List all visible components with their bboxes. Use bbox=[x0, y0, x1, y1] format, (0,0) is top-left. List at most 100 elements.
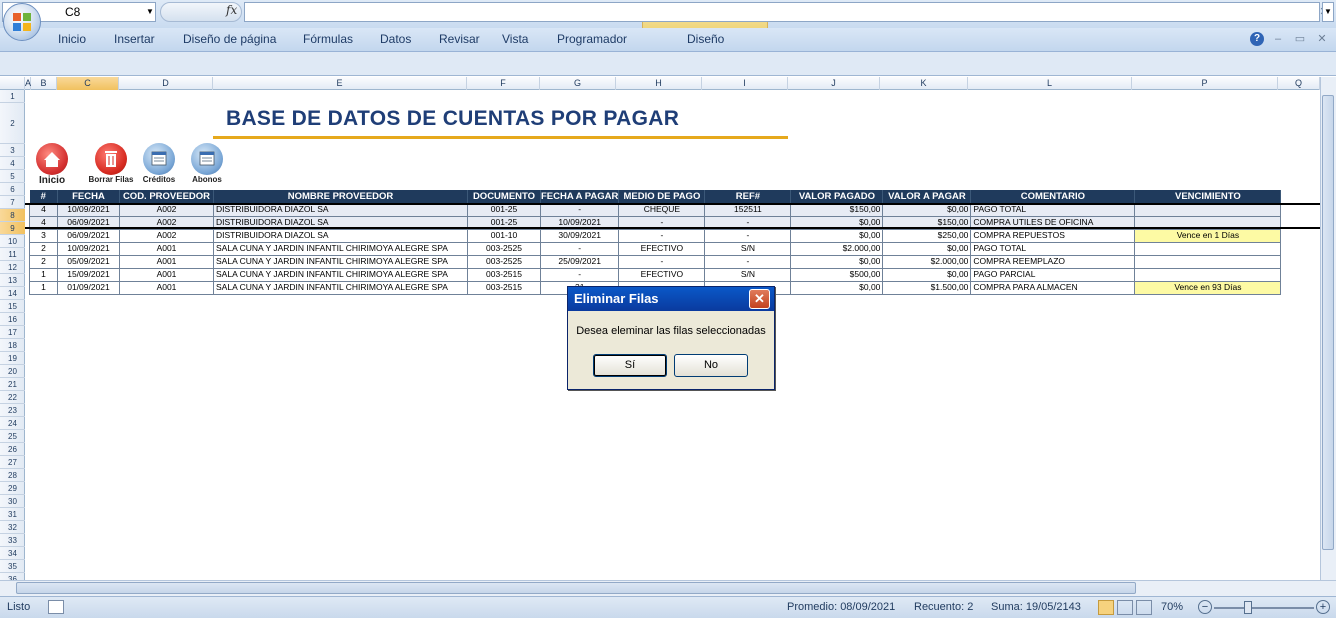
cell-documento[interactable]: 003-2525 bbox=[467, 254, 541, 269]
cell-number[interactable]: 2 bbox=[29, 241, 58, 256]
cell-comentario[interactable]: COMPRA PARA ALMACEN bbox=[970, 280, 1136, 295]
header-number[interactable]: # bbox=[29, 190, 58, 203]
row-header[interactable]: 12 bbox=[0, 261, 25, 274]
cell-valor-pagado[interactable]: $0,00 bbox=[790, 215, 884, 230]
row-header[interactable]: 15 bbox=[0, 300, 25, 313]
table-row[interactable]: 3 06/09/2021 A002 DISTRIBUIDORA DIAZOL SA 00… bbox=[29, 228, 1282, 243]
cell-valor-a-pagar[interactable]: $2.000,00 bbox=[882, 254, 972, 269]
row-header[interactable]: 33 bbox=[0, 534, 25, 547]
row-header[interactable]: 18 bbox=[0, 339, 25, 352]
cell-valor-a-pagar[interactable]: $1.500,00 bbox=[882, 280, 972, 295]
cell-documento[interactable]: 001-25 bbox=[467, 215, 541, 230]
cell-valor-a-pagar[interactable]: $0,00 bbox=[882, 202, 972, 217]
chevron-down-icon[interactable]: ▼ bbox=[144, 2, 156, 22]
cell-valor-pagado[interactable]: $150,00 bbox=[790, 202, 884, 217]
header-ref[interactable]: REF# bbox=[704, 190, 792, 203]
ribbon-restore-button[interactable]: ▭ bbox=[1292, 31, 1308, 47]
cell-number[interactable]: 3 bbox=[29, 228, 58, 243]
header-fecha-a-pagar[interactable]: FECHA A PAGAR bbox=[540, 190, 620, 203]
header-comentario[interactable]: COMENTARIO bbox=[970, 190, 1136, 203]
header-nombre-proveedor[interactable]: NOMBRE PROVEEDOR bbox=[213, 190, 468, 203]
row-header[interactable]: 29 bbox=[0, 482, 25, 495]
insert-function-icon[interactable]: fx bbox=[226, 3, 237, 17]
select-all-corner[interactable] bbox=[0, 77, 25, 90]
column-header[interactable]: I bbox=[702, 77, 788, 90]
cell-medio-de-pago[interactable]: - bbox=[618, 254, 706, 269]
tab-vista[interactable]: Vista bbox=[502, 32, 528, 46]
table-row[interactable]: 2 05/09/2021 A001 SALA CUNA Y JARDIN INFANT… bbox=[29, 254, 1282, 269]
cell-fecha-a-pagar[interactable]: - bbox=[539, 241, 620, 256]
cell-medio-de-pago[interactable]: EFECTIVO bbox=[618, 267, 706, 282]
cell-vencimiento[interactable] bbox=[1134, 215, 1282, 230]
cell-number[interactable]: 1 bbox=[29, 280, 58, 295]
row-header[interactable]: 20 bbox=[0, 365, 25, 378]
zoom-in-icon[interactable]: + bbox=[1316, 600, 1330, 614]
row-header[interactable]: 11 bbox=[0, 248, 25, 261]
cell-documento[interactable]: 003-2525 bbox=[467, 241, 541, 256]
zoom-level[interactable]: 70% bbox=[1161, 601, 1183, 613]
row-header[interactable]: 19 bbox=[0, 352, 25, 365]
cell-vencimiento[interactable]: Vence en 1 Días bbox=[1134, 228, 1282, 243]
row-header[interactable]: 10 bbox=[0, 235, 25, 248]
row-header[interactable]: 34 bbox=[0, 547, 25, 560]
row-header[interactable]: 25 bbox=[0, 430, 25, 443]
cell-vencimiento[interactable] bbox=[1134, 241, 1282, 256]
cell-number[interactable]: 4 bbox=[29, 202, 58, 217]
cell-fecha-a-pagar[interactable]: 10/09/2021 bbox=[539, 215, 620, 230]
row-header[interactable]: 32 bbox=[0, 521, 25, 534]
column-header[interactable]: D bbox=[119, 77, 213, 90]
column-header[interactable]: P bbox=[1132, 77, 1278, 90]
column-header[interactable]: H bbox=[616, 77, 702, 90]
column-header[interactable]: Q bbox=[1278, 77, 1320, 90]
formula-input[interactable] bbox=[244, 2, 1320, 22]
cell-valor-pagado[interactable]: $0,00 bbox=[790, 254, 884, 269]
cell-fecha-a-pagar[interactable]: 30/09/2021 bbox=[539, 228, 620, 243]
cell-vencimiento[interactable] bbox=[1134, 202, 1282, 217]
ribbon-minimize-button[interactable]: – bbox=[1270, 31, 1286, 47]
row-header[interactable]: 31 bbox=[0, 508, 25, 521]
cell-cod-proveedor[interactable]: A001 bbox=[119, 280, 214, 295]
cell-valor-pagado[interactable]: $0,00 bbox=[790, 280, 884, 295]
header-valor-pagado[interactable]: VALOR PAGADO bbox=[790, 190, 884, 203]
row-header[interactable]: 3 bbox=[0, 144, 25, 157]
cell-medio-de-pago[interactable]: - bbox=[618, 228, 706, 243]
cell-vencimiento[interactable]: Vence en 93 Días bbox=[1134, 280, 1282, 295]
table-row[interactable]: 4 06/09/2021 A002 DISTRIBUIDORA DIAZOL SA 00… bbox=[29, 215, 1282, 230]
row-header[interactable]: 9 bbox=[0, 222, 25, 235]
macro-record-icon[interactable] bbox=[48, 600, 64, 614]
cell-fecha[interactable]: 15/09/2021 bbox=[57, 267, 120, 282]
cell-documento[interactable]: 001-25 bbox=[467, 202, 541, 217]
cell-number[interactable]: 2 bbox=[29, 254, 58, 269]
cell-fecha[interactable]: 05/09/2021 bbox=[57, 254, 120, 269]
row-header[interactable]: 17 bbox=[0, 326, 25, 339]
page-layout-view-icon[interactable] bbox=[1117, 600, 1133, 615]
tab-inicio[interactable]: Inicio bbox=[58, 32, 86, 46]
cell-cod-proveedor[interactable]: A001 bbox=[119, 241, 214, 256]
cell-nombre-proveedor[interactable]: DISTRIBUIDORA DIAZOL SA bbox=[213, 202, 468, 217]
help-icon[interactable]: ? bbox=[1250, 32, 1264, 46]
cell-nombre-proveedor[interactable]: DISTRIBUIDORA DIAZOL SA bbox=[213, 215, 468, 230]
cell-valor-a-pagar[interactable]: $0,00 bbox=[882, 241, 972, 256]
horizontal-scroll-thumb[interactable] bbox=[16, 582, 1136, 594]
home-button[interactable]: Inicio bbox=[34, 143, 70, 186]
cell-valor-a-pagar[interactable]: $250,00 bbox=[882, 228, 972, 243]
cell-cod-proveedor[interactable]: A001 bbox=[119, 267, 214, 282]
cell-fecha[interactable]: 06/09/2021 bbox=[57, 215, 120, 230]
cell-number[interactable]: 1 bbox=[29, 267, 58, 282]
cell-number[interactable]: 4 bbox=[29, 215, 58, 230]
cell-fecha[interactable]: 06/09/2021 bbox=[57, 228, 120, 243]
header-cod-proveedor[interactable]: COD. PROVEEDOR bbox=[119, 190, 214, 203]
cell-valor-a-pagar[interactable]: $150,00 bbox=[882, 215, 972, 230]
tab-diseno-pagina[interactable]: Diseño de página bbox=[183, 32, 276, 46]
row-header[interactable]: 16 bbox=[0, 313, 25, 326]
normal-view-icon[interactable] bbox=[1098, 600, 1114, 615]
row-header[interactable]: 30 bbox=[0, 495, 25, 508]
cell-nombre-proveedor[interactable]: SALA CUNA Y JARDIN INFANTIL CHIRIMOYA AL… bbox=[213, 280, 468, 295]
cell-nombre-proveedor[interactable]: SALA CUNA Y JARDIN INFANTIL CHIRIMOYA AL… bbox=[213, 267, 468, 282]
cell-ref[interactable]: - bbox=[704, 215, 792, 230]
cell-vencimiento[interactable] bbox=[1134, 267, 1282, 282]
cell-valor-pagado[interactable]: $500,00 bbox=[790, 267, 884, 282]
header-documento[interactable]: DOCUMENTO bbox=[467, 190, 541, 203]
cell-medio-de-pago[interactable]: - bbox=[618, 215, 706, 230]
cell-fecha[interactable]: 10/09/2021 bbox=[57, 202, 120, 217]
